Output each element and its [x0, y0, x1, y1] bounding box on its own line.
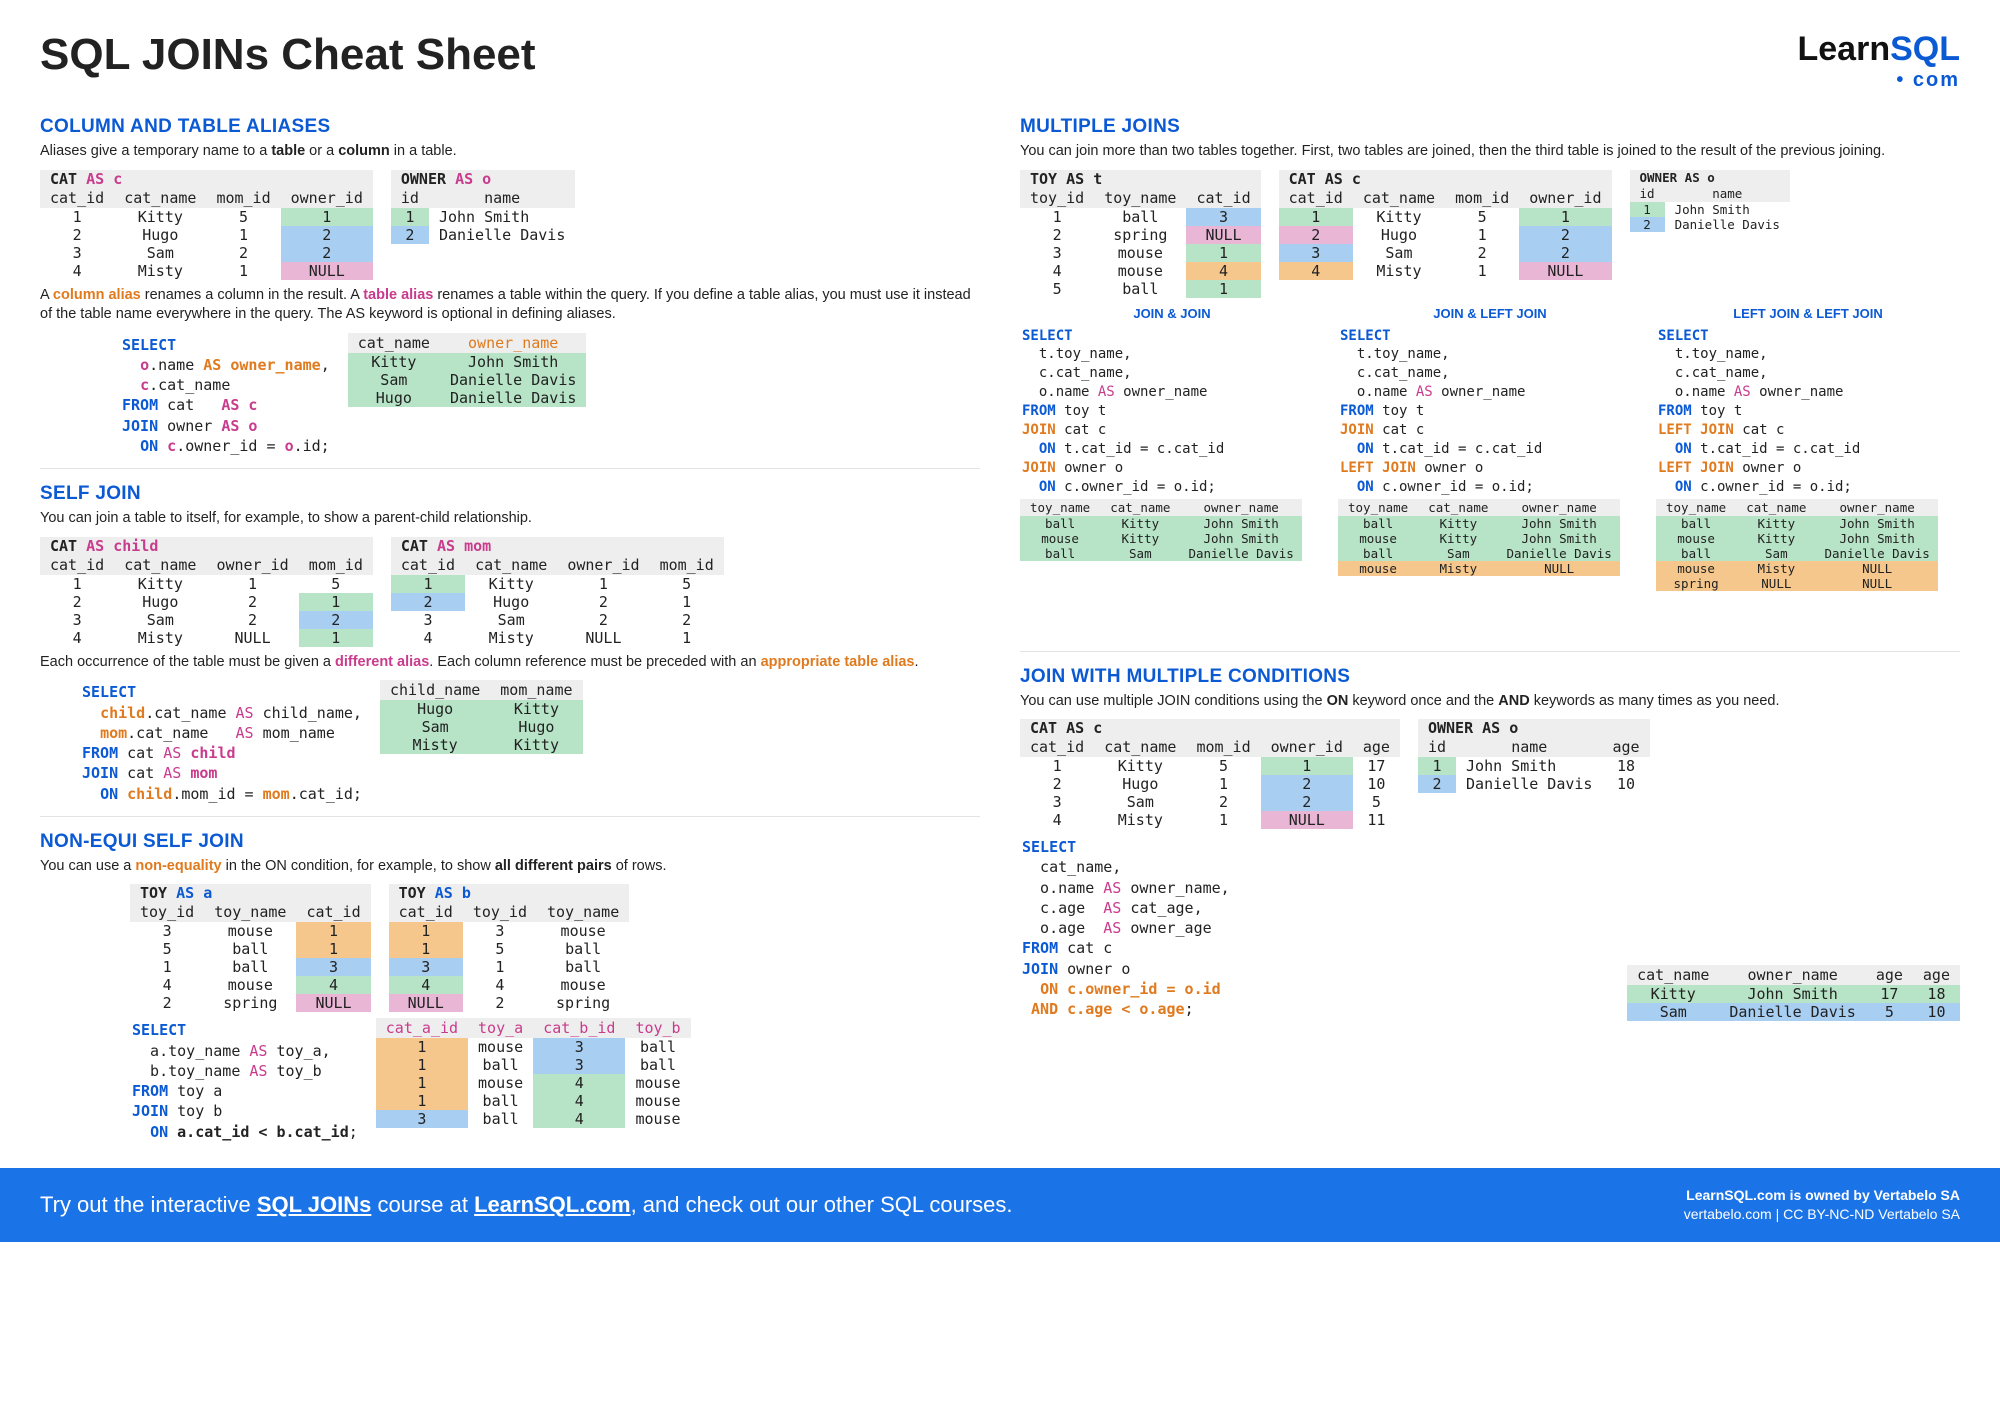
table-owner: OWNER AS o idname 1John Smith2Danielle D…	[391, 170, 576, 244]
table-result: cat_nameowner_nameageage KittyJohn Smith…	[1627, 965, 1960, 1021]
code-block: SELECT t.toy_name, c.cat_name, o.name AS…	[1338, 325, 1642, 499]
footer-text: Try out the interactive SQL JOINs course…	[40, 1192, 1013, 1218]
description: You can use a non-equality in the ON con…	[40, 857, 980, 877]
table-owner: OWNER AS o idname 1John Smith2Danielle D…	[1630, 170, 1790, 232]
section-heading: SELF JOIN	[40, 483, 980, 505]
table-result: toy_namecat_nameowner_name ballKittyJohn…	[1020, 499, 1302, 561]
code-block: SELECT t.toy_name, c.cat_name, o.name AS…	[1020, 325, 1324, 499]
logo: LearnSQL com	[1798, 30, 1961, 92]
description: Aliases give a temporary name to a table…	[40, 142, 980, 162]
table-cat-mom: CAT AS mom cat_idcat_nameowner_idmom_id …	[391, 537, 724, 647]
description: You can use multiple JOIN conditions usi…	[1020, 692, 1960, 712]
description: A column alias renames a column in the r…	[40, 286, 980, 325]
table-cat-age: CAT AS c cat_idcat_namemom_idowner_idage…	[1020, 719, 1400, 829]
description: You can join more than two tables togeth…	[1020, 142, 1960, 162]
table-owner-age: OWNER AS o idnameage 1John Smith182Danie…	[1418, 719, 1650, 793]
description: Each occurrence of the table must be giv…	[40, 653, 980, 673]
table-result: child_namemom_name HugoKittySamHugoMisty…	[380, 680, 583, 754]
code-block: SELECT t.toy_name, c.cat_name, o.name AS…	[1656, 325, 1960, 499]
code-block: SELECT child.cat_name AS child_name, mom…	[80, 680, 362, 806]
subheading: JOIN & JOIN	[1020, 306, 1324, 321]
section-heading: JOIN WITH MULTIPLE CONDITIONS	[1020, 666, 1960, 688]
table-result: toy_namecat_nameowner_name ballKittyJohn…	[1656, 499, 1938, 591]
table-cat: CAT AS c cat_idcat_namemom_idowner_id 1K…	[40, 170, 373, 280]
table-cat: CAT AS c cat_idcat_namemom_idowner_id 1K…	[1279, 170, 1612, 280]
subheading: JOIN & LEFT JOIN	[1338, 306, 1642, 321]
section-heading: COLUMN AND TABLE ALIASES	[40, 116, 980, 138]
section-heading: NON-EQUI SELF JOIN	[40, 831, 980, 853]
table-result: cat_a_idtoy_acat_b_idtoy_b 1mouse3ball1b…	[376, 1018, 691, 1128]
footer: Try out the interactive SQL JOINs course…	[0, 1168, 2000, 1242]
subheading: LEFT JOIN & LEFT JOIN	[1656, 306, 1960, 321]
page-title: SQL JOINs Cheat Sheet	[40, 30, 536, 80]
table-result: toy_namecat_nameowner_name ballKittyJohn…	[1338, 499, 1620, 576]
table-toy: TOY AS t toy_idtoy_namecat_id 1ball32spr…	[1020, 170, 1261, 298]
description: You can join a table to itself, for exam…	[40, 509, 980, 529]
table-toy-b: TOY AS b cat_idtoy_idtoy_name 13mouse15b…	[389, 884, 630, 1012]
footer-link-site[interactable]: LearnSQL.com	[474, 1192, 630, 1217]
code-block: SELECT o.name AS owner_name, c.cat_name …	[120, 333, 330, 459]
footer-credits: LearnSQL.com is owned by Vertabelo SA ve…	[1684, 1186, 1960, 1224]
code-block: SELECT a.toy_name AS toy_a, b.toy_name A…	[130, 1018, 358, 1144]
section-heading: MULTIPLE JOINS	[1020, 116, 1960, 138]
footer-link-joins[interactable]: SQL JOINs	[257, 1192, 372, 1217]
table-cat-child: CAT AS child cat_idcat_nameowner_idmom_i…	[40, 537, 373, 647]
table-toy-a: TOY AS a toy_idtoy_namecat_id 3mouse15ba…	[130, 884, 371, 1012]
code-block: SELECT cat_name, o.name AS owner_name, c…	[1020, 835, 1230, 1021]
table-result: cat_nameowner_name KittyJohn SmithSamDan…	[348, 333, 587, 407]
